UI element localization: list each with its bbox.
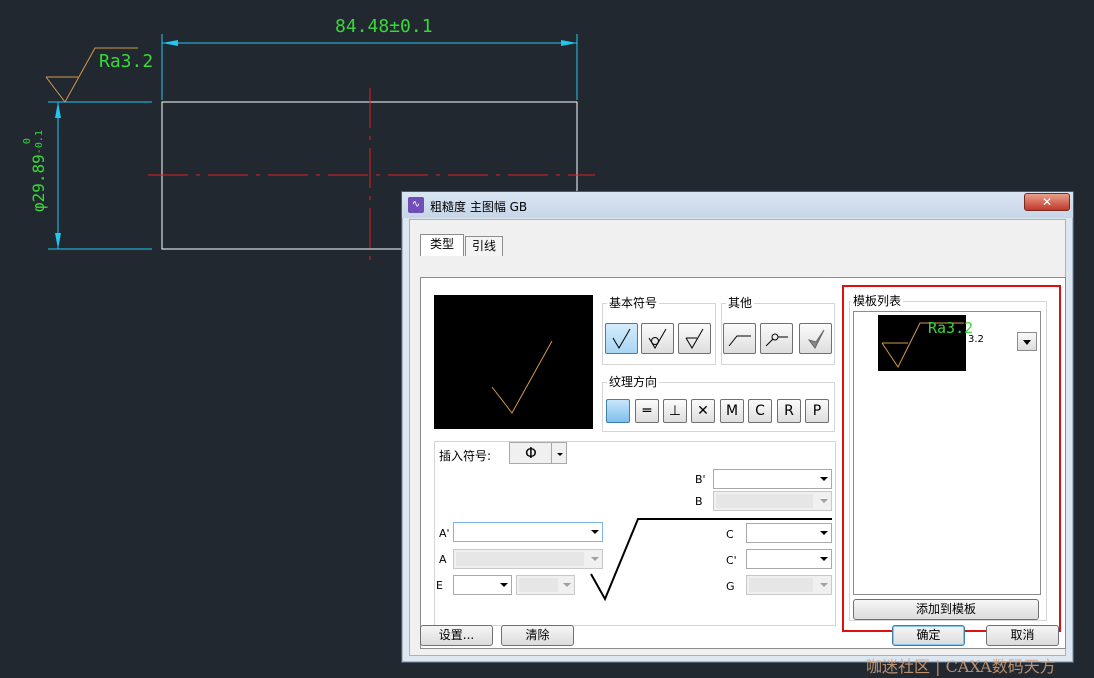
roughness-text: Ra3.2 [99, 51, 154, 72]
field-e-label: E [436, 579, 443, 592]
width-dimension-text: 84.48±0.1 [335, 16, 433, 37]
tab-panel: 基本符号 其他 纹理方向 ═ ⊥ ✕ M C R P 插入符号: Φ B' B … [420, 277, 1066, 649]
insert-symbol-value: Φ [525, 444, 537, 462]
field-a-prime-label: A' [439, 527, 450, 540]
field-b-prime[interactable] [713, 469, 832, 489]
chevron-down-icon [820, 531, 828, 535]
texture-r-button[interactable]: R [777, 399, 801, 423]
height-dimension-tol-lower: -0.1 [34, 130, 45, 155]
height-dimension-text: φ29.89-0.10 [22, 130, 48, 212]
field-b-label: B [695, 495, 703, 508]
cancel-button[interactable]: 取消 [986, 625, 1059, 646]
symbol-basic-button[interactable] [605, 323, 638, 354]
tab-leader[interactable]: 引线 [465, 236, 503, 256]
field-c-prime[interactable] [746, 549, 832, 569]
settings-button[interactable]: 设置... [420, 625, 493, 646]
dim-arrow-right [561, 40, 577, 46]
insert-symbol-dropdown[interactable]: Φ [509, 442, 567, 464]
height-dimension-tol-upper: 0 [22, 138, 33, 145]
field-e[interactable] [453, 575, 512, 595]
close-button[interactable]: ✕ [1024, 193, 1070, 211]
roughness-dialog: ∿ 粗糙度 主图幅 GB ✕ 类型 引线 基本符号 其他 纹理方向 ═ ⊥ ✕ … [401, 191, 1074, 663]
field-a [453, 549, 603, 569]
texture-c-button[interactable]: C [748, 399, 772, 423]
preview-check-icon [491, 340, 553, 414]
app-icon: ∿ [408, 197, 424, 213]
chevron-down-icon [820, 583, 828, 587]
chevron-down-icon [557, 453, 563, 456]
watermark-text: 咖迷社区 | CAXA数码天方 [866, 657, 1056, 676]
field-g-label: G [726, 580, 735, 593]
template-highlight-box [842, 285, 1061, 632]
texture-perpendicular-button[interactable]: ⊥ [663, 399, 687, 423]
field-c-label: C [726, 528, 734, 541]
symbol-no-removal-button[interactable] [641, 323, 674, 354]
field-b-prime-label: B' [695, 473, 706, 486]
field-c[interactable] [746, 523, 832, 543]
texture-none-button[interactable] [606, 399, 630, 423]
height-dimension-base: φ29.89 [29, 154, 48, 212]
other-line-button[interactable] [723, 323, 756, 354]
dialog-title: 粗糙度 主图幅 GB [430, 200, 528, 214]
field-g [746, 575, 832, 595]
chevron-down-icon [820, 499, 828, 503]
tab-type[interactable]: 类型 [420, 234, 464, 256]
dialog-client: 类型 引线 基本符号 其他 纹理方向 ═ ⊥ ✕ M C R P 插入符号: Φ… [409, 219, 1066, 656]
field-a-label: A [439, 553, 447, 566]
basic-symbol-label: 基本符号 [607, 294, 660, 311]
field-a-prime[interactable] [453, 522, 603, 542]
other-circle-line-button[interactable] [760, 323, 793, 354]
symbol-removal-button[interactable] [678, 323, 711, 354]
texture-m-button[interactable]: M [720, 399, 744, 423]
clear-button[interactable]: 清除 [501, 625, 574, 646]
chevron-down-icon [563, 583, 571, 587]
field-b [713, 491, 832, 511]
dim-arrow-bottom [55, 233, 61, 249]
dialog-titlebar[interactable]: ∿ 粗糙度 主图幅 GB ✕ [402, 192, 1073, 218]
dim-arrow-top [55, 102, 61, 118]
symbol-preview [434, 295, 593, 429]
insert-symbol-label: 插入符号: [439, 449, 492, 463]
chevron-down-icon [820, 477, 828, 481]
other-label: 其他 [726, 294, 755, 311]
field-c-prime-label: C' [726, 554, 737, 567]
texture-label: 纹理方向 [607, 373, 660, 390]
field-e-secondary [516, 575, 575, 595]
dim-arrow-left [162, 40, 178, 46]
texture-parallel-button[interactable]: ═ [635, 399, 659, 423]
chevron-down-icon [500, 583, 508, 587]
texture-p-button[interactable]: P [805, 399, 829, 423]
ok-button[interactable]: 确定 [892, 625, 965, 646]
texture-cross-button[interactable]: ✕ [691, 399, 715, 423]
chevron-down-icon [820, 557, 828, 561]
other-filled-check-button[interactable] [799, 323, 832, 354]
